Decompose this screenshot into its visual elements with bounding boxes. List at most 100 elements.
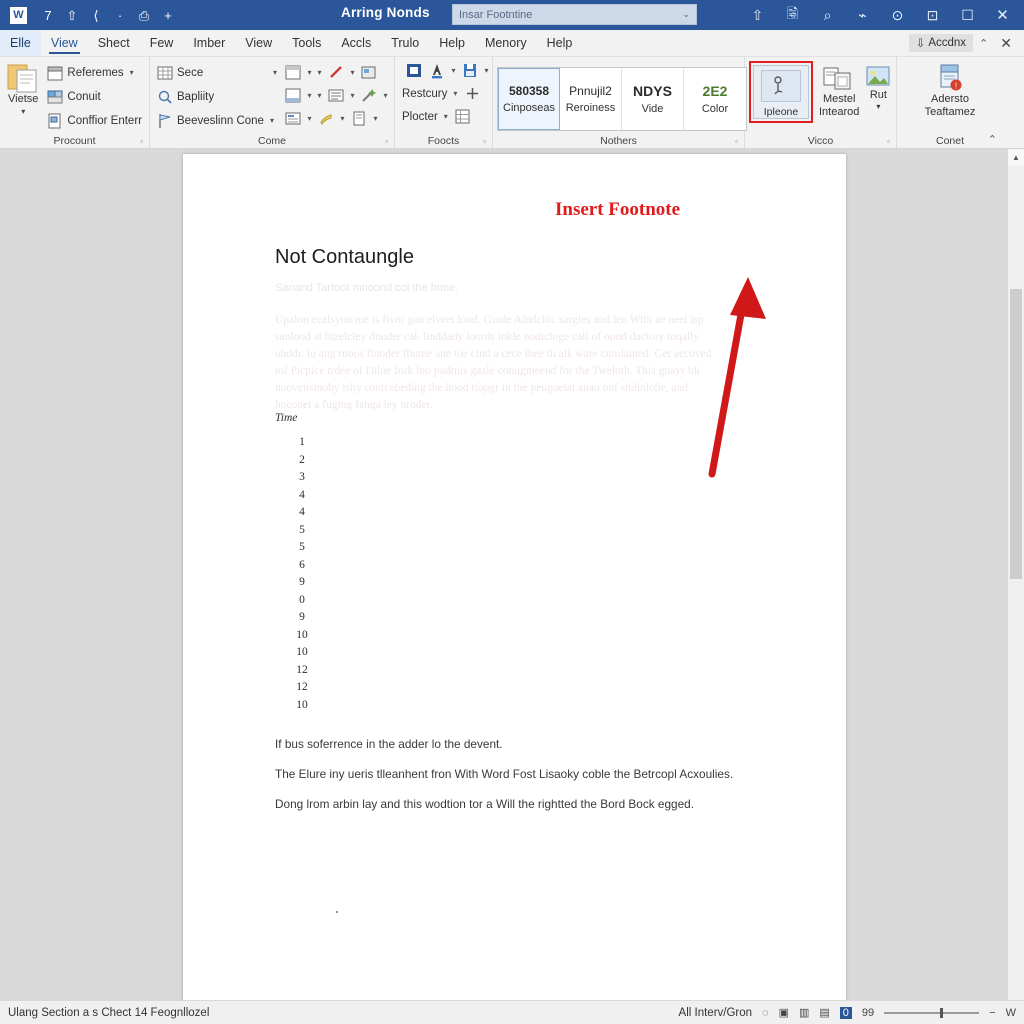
tab-accls[interactable]: Accls — [331, 30, 381, 56]
scrollbar-thumb[interactable] — [1010, 289, 1022, 579]
minimize-icon[interactable]: ⊡ — [915, 0, 950, 30]
language-indicator[interactable]: All Interv/Gron — [679, 1007, 753, 1019]
gallery-item-cinposeas[interactable]: 580358 Cinposeas — [498, 67, 560, 130]
screenshot-icon[interactable] — [358, 63, 380, 83]
tab-view-2[interactable]: View — [235, 30, 282, 56]
redo-icon[interactable]: ⟨ — [85, 5, 107, 25]
cross-arrows-icon[interactable] — [461, 84, 483, 104]
chevron-down-icon[interactable]: ▾ — [305, 91, 314, 100]
blue-save-icon[interactable] — [459, 61, 481, 81]
collapse-ribbon-icon[interactable]: ⌃ — [988, 133, 997, 146]
search-input[interactable]: Insar Footntine — [459, 9, 682, 21]
page-icon[interactable] — [348, 109, 370, 129]
chevron-down-icon[interactable]: ▾ — [21, 107, 25, 116]
gallery-item-color[interactable]: 2E2 Color — [684, 68, 746, 130]
button-restcury[interactable]: Restcury ▾ — [399, 83, 491, 104]
insert-box-icon[interactable] — [403, 61, 425, 81]
pen-icon[interactable]: ⌁ — [845, 0, 880, 30]
tab-shect[interactable]: Shect — [88, 30, 140, 56]
button-adersto-teaftamez[interactable]: ! Adersto Teaftamez — [925, 63, 975, 118]
chevron-down-icon[interactable]: ▾ — [381, 91, 390, 100]
status-left-text[interactable]: Ulang Section a s Chect 14 Feognllozel — [8, 1007, 209, 1019]
chevron-down-icon[interactable]: ▾ — [453, 89, 457, 98]
tab-view[interactable]: View — [41, 30, 88, 56]
web-layout-icon[interactable]: ▤ — [819, 1006, 829, 1019]
tab-elle[interactable]: Elle — [0, 30, 41, 56]
button-referemes[interactable]: Referemes ▾ — [44, 62, 145, 83]
chevron-down-icon[interactable]: ▾ — [270, 116, 274, 125]
textblock-icon[interactable] — [282, 109, 304, 129]
close-icon[interactable]: ✕ — [985, 0, 1020, 30]
tab-help-2[interactable]: Help — [537, 30, 583, 56]
button-rut[interactable]: Rut ▾ — [865, 61, 891, 111]
save-icon[interactable]: 7 — [37, 5, 59, 25]
tab-help[interactable]: Help — [429, 30, 475, 56]
zoom-slider-thumb[interactable] — [940, 1007, 944, 1018]
maximize-icon[interactable]: ☐ — [950, 0, 985, 30]
chevron-down-icon[interactable]: ▾ — [273, 68, 277, 77]
chevron-down-icon[interactable]: ▾ — [449, 66, 458, 75]
help-icon[interactable]: ⊙ — [880, 0, 915, 30]
dialog-launcher-icon[interactable]: ▫ — [140, 137, 143, 146]
customize-icon[interactable]: + — [157, 5, 179, 25]
lines-icon[interactable] — [325, 86, 347, 106]
chevron-down-icon[interactable]: ▾ — [482, 66, 491, 75]
zoom-in-icon[interactable]: W — [1006, 1007, 1016, 1019]
chevron-down-icon[interactable]: ▾ — [315, 68, 324, 77]
button-plocter[interactable]: Plocter ▾ — [399, 106, 491, 127]
gallery-item-vide[interactable]: NDYS Vide — [622, 67, 684, 130]
chevron-down-icon[interactable]: ▾ — [348, 91, 357, 100]
chevron-down-icon[interactable]: ▾ — [130, 68, 134, 77]
highlighter-icon[interactable] — [315, 109, 337, 129]
button-ipleone[interactable]: Ipleone — [753, 65, 809, 119]
chevron-down-icon[interactable]: ▾ — [315, 91, 324, 100]
close-document-icon[interactable]: ✕ — [994, 35, 1018, 52]
print-layout-icon[interactable]: ▥ — [799, 1006, 809, 1019]
tab-menory[interactable]: Menory — [475, 30, 537, 56]
gallery-item-reroiness[interactable]: Pnnujil2 Reroiness — [560, 67, 622, 130]
chevron-down-icon[interactable]: ⌄ — [682, 9, 690, 20]
share-icon[interactable]: ⇧ — [740, 0, 775, 30]
chevron-down-icon[interactable]: ▾ — [371, 114, 380, 123]
dialog-launcher-icon[interactable]: ▫ — [735, 137, 738, 146]
button-vietse[interactable]: Vietse ▾ — [4, 60, 42, 116]
footer-icon[interactable] — [282, 86, 304, 106]
tab-few[interactable]: Few — [140, 30, 184, 56]
button-bapliity[interactable]: Bapliity — [154, 86, 280, 107]
wand-icon[interactable] — [358, 86, 380, 106]
button-conuit[interactable]: Conuit — [44, 86, 145, 107]
comments-count-icon[interactable]: 99 — [862, 1007, 874, 1019]
scroll-up-arrow-icon[interactable]: ▲ — [1008, 149, 1024, 166]
chevron-down-icon[interactable]: ▾ — [338, 114, 347, 123]
tab-imber[interactable]: Imber — [183, 30, 235, 56]
table-grid-icon[interactable] — [452, 107, 474, 127]
comments-icon[interactable]: 🗟 — [775, 0, 810, 30]
undo-icon[interactable]: ⇧ — [61, 5, 83, 25]
zoom-out-icon[interactable]: − — [989, 1007, 995, 1019]
account-chip[interactable]: ⇩ Accdnx — [908, 34, 974, 52]
button-sece[interactable]: Sece ▾ — [154, 62, 280, 83]
button-beeveslinn-cone[interactable]: Beeveslinn Cone ▾ — [154, 110, 280, 131]
button-mestel-intearod[interactable]: Mestel Intearod — [819, 61, 859, 118]
dialog-launcher-icon[interactable]: ▫ — [887, 137, 890, 146]
overflow-icon[interactable]: ⌃ — [977, 37, 990, 50]
search-icon[interactable]: ⌕ — [810, 0, 845, 30]
dialog-launcher-icon[interactable]: ▫ — [385, 137, 388, 146]
dialog-launcher-icon[interactable]: ▫ — [483, 137, 486, 146]
chevron-down-icon[interactable]: ▾ — [305, 114, 314, 123]
tab-trulo[interactable]: Trulo — [381, 30, 429, 56]
document-page[interactable]: Insert Footnote Not Contaungle Sanand Ta… — [183, 154, 846, 1000]
chevron-down-icon[interactable]: ▾ — [305, 68, 314, 77]
pencil-icon[interactable] — [325, 63, 347, 83]
header-icon[interactable] — [282, 63, 304, 83]
print-preview-icon[interactable]: ⎙ — [133, 5, 155, 25]
chevron-down-icon[interactable]: ▾ — [876, 102, 880, 111]
chevron-down-icon[interactable]: ▾ — [348, 68, 357, 77]
font-color-icon[interactable] — [426, 61, 448, 81]
zoom-slider[interactable] — [884, 1007, 980, 1018]
vertical-scrollbar[interactable]: ▲ — [1007, 149, 1024, 1000]
search-box[interactable]: Insar Footntine ⌄ — [452, 4, 697, 25]
accessibility-icon[interactable]: ◌ — [762, 1007, 769, 1019]
dot-icon[interactable]: · — [109, 5, 131, 25]
chevron-down-icon[interactable]: ▾ — [444, 112, 448, 121]
